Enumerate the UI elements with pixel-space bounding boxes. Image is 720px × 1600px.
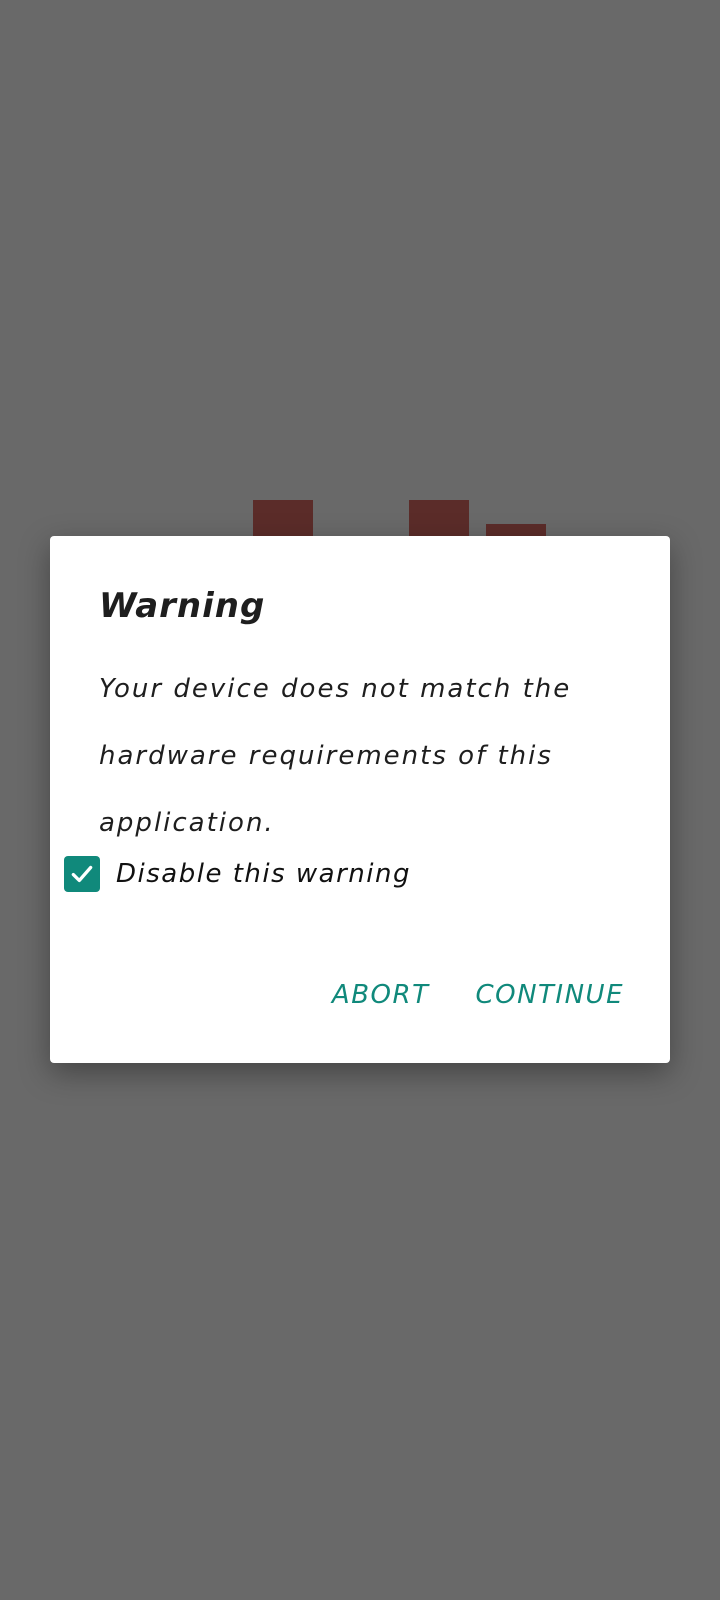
abort-button[interactable]: ABORT (332, 980, 430, 1010)
check-icon (71, 865, 93, 883)
dialog-title: Warning (99, 586, 266, 626)
continue-button[interactable]: CONTINUE (475, 980, 624, 1010)
app-screen: Warning Your device does not match the h… (0, 0, 720, 1600)
disable-warning-label[interactable]: Disable this warning (116, 859, 411, 889)
disable-warning-checkbox-row[interactable]: Disable this warning (64, 856, 411, 892)
dialog-message: Your device does not match the hardware … (99, 674, 572, 838)
warning-dialog: Warning Your device does not match the h… (50, 536, 670, 1063)
dialog-actions: ABORT CONTINUE (332, 980, 624, 1010)
disable-warning-checkbox[interactable] (64, 856, 100, 892)
